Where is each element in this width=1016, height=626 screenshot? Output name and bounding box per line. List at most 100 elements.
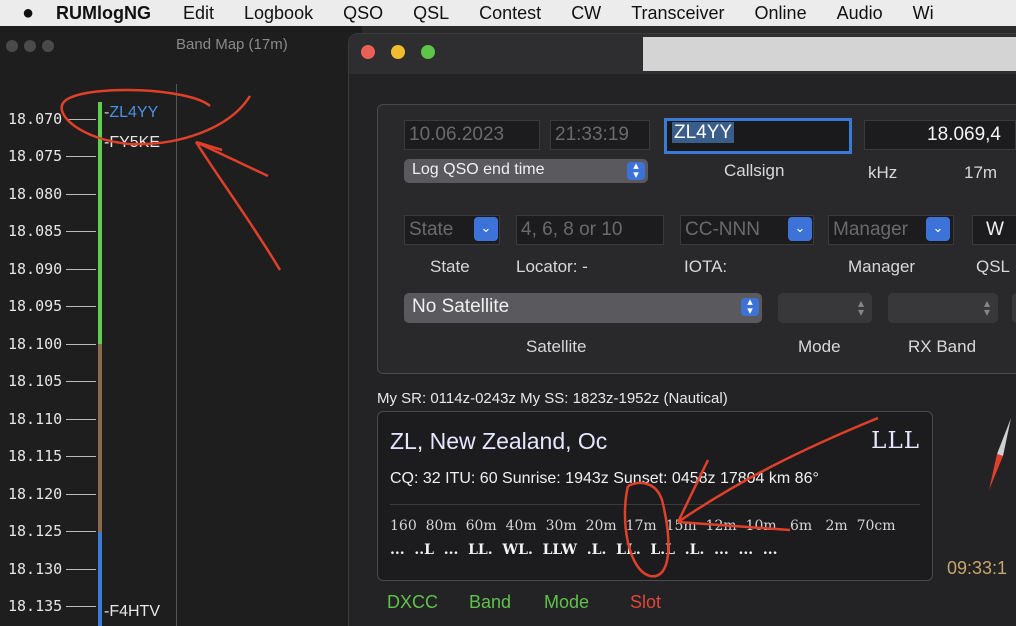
freq-label: 18.080 (8, 185, 63, 203)
legend-band: Band (469, 592, 512, 612)
manager-label: Manager (848, 257, 916, 276)
freq-label: 18.085 (8, 222, 63, 240)
dxcc-stats: CQ: 32 ITU: 60 Sunrise: 1943z Sunset: 04… (390, 470, 819, 487)
chevron-down-icon[interactable]: ⌄ (926, 217, 950, 241)
log-entry-window: 10.06.2023 21:33:19 ZL4YY 18.069,4 Log Q… (348, 33, 1016, 626)
legend-slot: Slot (630, 592, 662, 612)
freq-label: 18.120 (8, 485, 63, 503)
clock-display: 09:33:1 (947, 558, 1008, 578)
band-map-divider (176, 84, 177, 626)
legend-mode: Mode (544, 592, 590, 612)
band-map-minimize-button[interactable] (24, 40, 36, 52)
qsl-field[interactable]: W (972, 215, 1016, 245)
menu-window[interactable]: Wi (913, 3, 934, 24)
freq-tick (66, 156, 96, 157)
freq-tick (66, 194, 96, 195)
screen: ● RUMlogNG Edit Logbook QSO QSL Contest … (0, 0, 1016, 626)
menu-online[interactable]: Online (755, 3, 807, 24)
freq-label: 18.090 (8, 260, 63, 278)
menu-transceiver[interactable]: Transceiver (631, 3, 724, 24)
chevron-down-icon[interactable]: ⌄ (474, 217, 498, 241)
state-placeholder: State (409, 219, 454, 240)
manager-placeholder: Manager (833, 219, 908, 240)
slot-status-row: ... ..L ... LL. WL. LLW .L. LL. L.L .L. … (390, 542, 778, 558)
khz-label: kHz (868, 163, 898, 182)
close-button[interactable] (361, 45, 375, 59)
freq-tick (66, 344, 96, 345)
updown-icon: ▴ ▾ (857, 296, 864, 319)
end-time-popup[interactable]: Log QSO end time ▴ ▾ (404, 159, 648, 183)
menu-bar: ● RUMlogNG Edit Logbook QSO QSL Contest … (0, 0, 1016, 26)
freq-label: 18.125 (8, 522, 63, 540)
freq-tick (66, 456, 96, 457)
freq-label: 18.105 (8, 372, 63, 390)
freq-label: 18.100 (8, 335, 63, 353)
freq-tick (66, 606, 96, 607)
rx-band-popup[interactable]: ▴ ▾ (888, 293, 998, 323)
menu-logbook[interactable]: Logbook (244, 3, 313, 24)
dxcc-entity-name: ZL, New Zealand, Oc (390, 428, 608, 454)
freq-label: 18.115 (8, 447, 63, 465)
freq-tick (66, 419, 96, 420)
freq-tick (66, 381, 96, 382)
menu-edit[interactable]: Edit (183, 3, 214, 24)
dxcc-status-code: LLL (871, 428, 920, 454)
rx-band-label: RX Band (908, 337, 977, 356)
minimize-button[interactable] (391, 45, 405, 59)
sunrise-sunset-info: My SR: 0114z-0243z My SS: 1823z-1952z (N… (377, 390, 728, 407)
band-header-row: 160 80m 60m 40m 30m 20m 17m 15m 12m 10m … (390, 518, 896, 534)
chevron-down-icon[interactable]: ⌄ (788, 217, 812, 241)
spot-fy5ke[interactable]: -FY5KE (104, 134, 160, 152)
state-label: State (430, 257, 470, 276)
freq-label: 18.095 (8, 297, 63, 315)
menu-qsl[interactable]: QSL (413, 3, 449, 24)
band-map-close-button[interactable] (6, 40, 18, 52)
extra-popup[interactable] (1012, 293, 1016, 323)
band-map-zoom-button[interactable] (42, 40, 54, 52)
menu-app-name[interactable]: RUMlogNG (56, 3, 151, 24)
freq-tick (66, 119, 96, 120)
band-segment-phone (98, 532, 102, 626)
freq-label: 18.075 (8, 147, 63, 165)
band-map-titlebar: Band Map (17m) (0, 32, 362, 58)
legend-dxcc: DXCC (387, 592, 439, 612)
dxcc-info-panel: ZL, New Zealand, Oc LLL CQ: 32 ITU: 60 S… (377, 411, 933, 581)
menu-qso[interactable]: QSO (343, 3, 383, 24)
iota-label: IOTA: (684, 257, 728, 276)
spot-zl4yy[interactable]: -ZL4YY (104, 104, 158, 122)
compass-icon (989, 418, 1011, 490)
satellite-popup[interactable]: No Satellite ▴ ▾ (404, 293, 762, 323)
divider (390, 504, 920, 505)
locator-label: Locator: - (516, 257, 588, 276)
band-segment-cw (98, 102, 102, 344)
freq-label: 18.110 (8, 410, 63, 428)
updown-icon: ▴ ▾ (741, 297, 759, 317)
satellite-popup-label: No Satellite (412, 296, 510, 317)
freq-label: 18.130 (8, 560, 63, 578)
zoom-button[interactable] (421, 45, 435, 59)
date-field[interactable]: 10.06.2023 (404, 120, 540, 150)
band-label: 17m (964, 163, 998, 182)
frequency-field[interactable]: 18.069,4 (864, 120, 1016, 150)
apple-icon[interactable]: ● (0, 2, 56, 25)
qso-entry-panel: 10.06.2023 21:33:19 ZL4YY 18.069,4 Log Q… (377, 104, 1016, 374)
menu-audio[interactable]: Audio (837, 3, 883, 24)
menu-contest[interactable]: Contest (479, 3, 541, 24)
freq-label: 18.135 (8, 597, 63, 615)
sat-mode-popup[interactable]: ▴ ▾ (778, 293, 872, 323)
callsign-value: ZL4YY (672, 122, 735, 143)
freq-tick (66, 569, 96, 570)
updown-icon: ▴ ▾ (983, 296, 990, 319)
freq-label: 18.070 (8, 110, 63, 128)
time-field[interactable]: 21:33:19 (550, 120, 650, 150)
locator-field[interactable]: 4, 6, 8 or 10 (516, 215, 664, 245)
freq-tick (66, 494, 96, 495)
band-segment-digital (98, 344, 102, 532)
log-window-titlebar (349, 34, 1016, 74)
callsign-field[interactable]: ZL4YY (664, 118, 852, 154)
spot-f4htv[interactable]: -F4HTV (104, 603, 160, 621)
band-map-title: Band Map (17m) (176, 36, 288, 53)
menu-cw[interactable]: CW (571, 3, 601, 24)
freq-tick (66, 269, 96, 270)
mode-label: Mode (798, 337, 841, 356)
